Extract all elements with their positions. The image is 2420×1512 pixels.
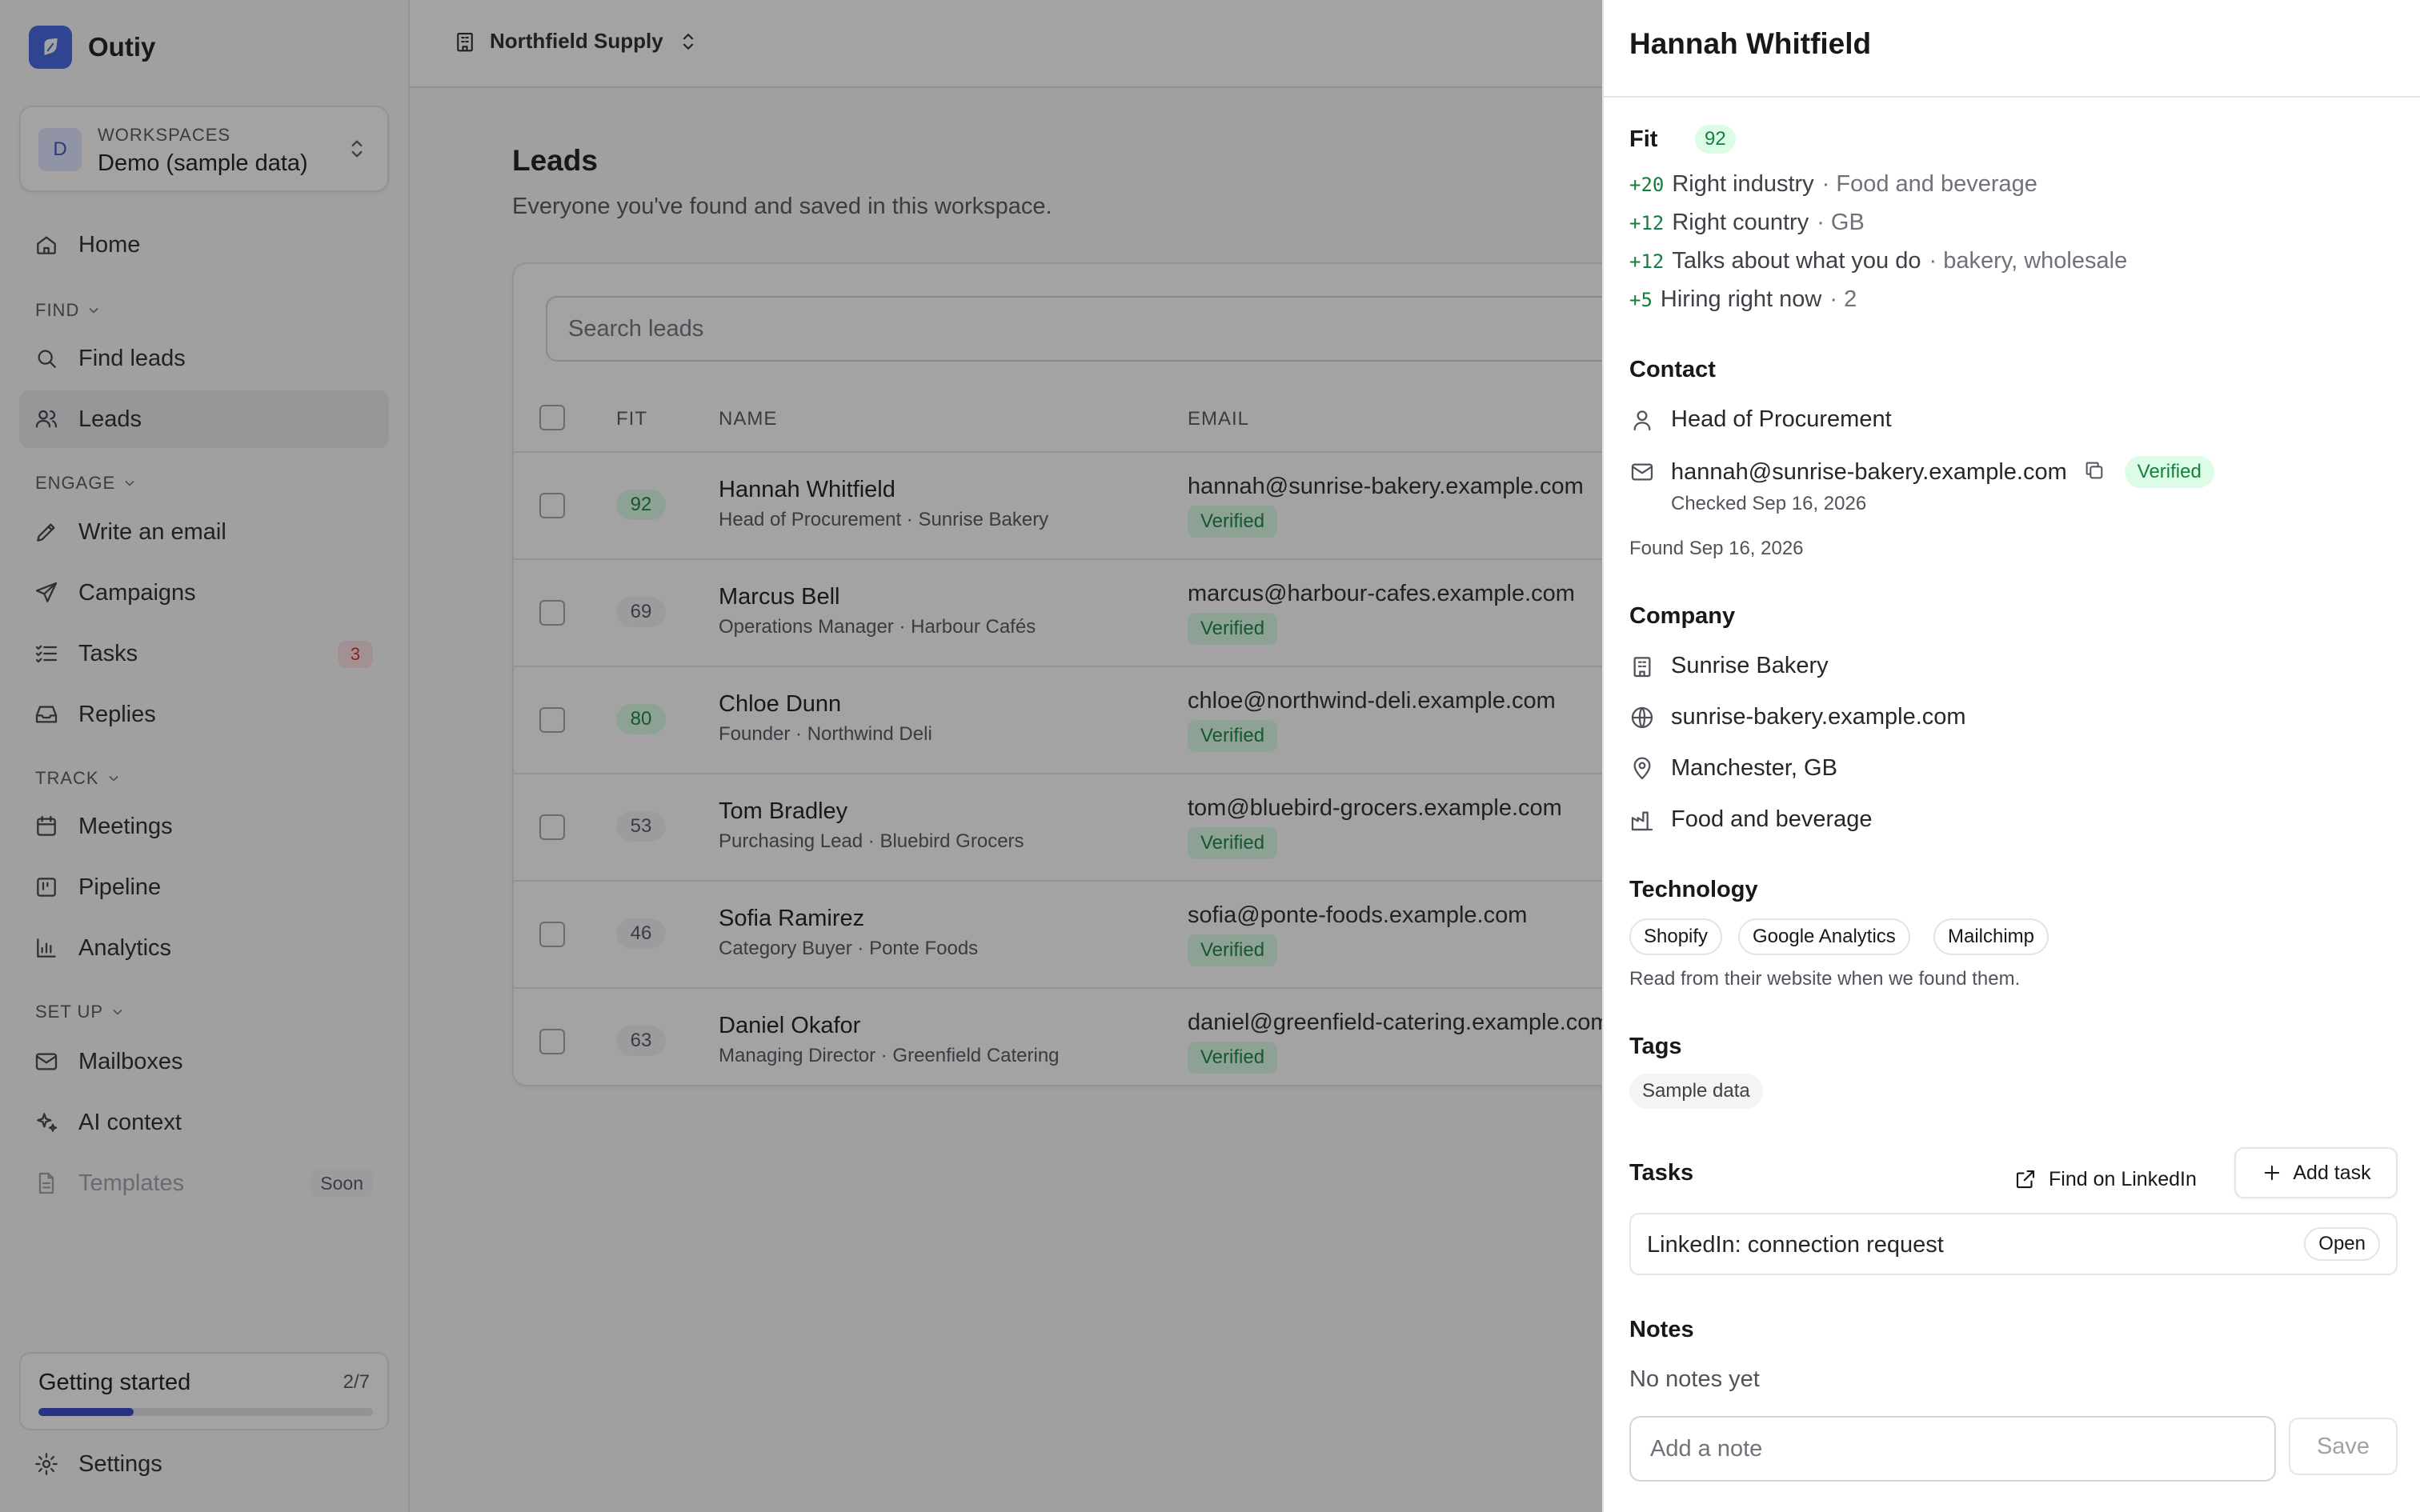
company-industry-line: Food and beverage [1629, 806, 1873, 833]
technology-chip: Mailchimp [1933, 918, 2049, 955]
company-location-line: Manchester, GB [1629, 755, 1837, 782]
fit-reason-detail: · Food and beverage [1821, 171, 2037, 197]
contact-section-title: Contact [1629, 357, 1716, 382]
building-icon [1629, 654, 1655, 679]
company-location: Manchester, GB [1671, 755, 1837, 781]
map-pin-icon [1629, 756, 1655, 782]
find-on-linkedin-label: Find on LinkedIn [2049, 1167, 2197, 1190]
fit-reason-points: +20 [1629, 174, 1665, 196]
technology-chip: Shopify [1629, 918, 1723, 955]
task-item[interactable]: LinkedIn: connection request Open [1629, 1213, 2398, 1275]
fit-reason-points: +12 [1629, 212, 1665, 234]
add-task-button[interactable]: Add task [2234, 1147, 2398, 1198]
add-note-input[interactable] [1629, 1416, 2276, 1482]
task-label: LinkedIn: connection request [1647, 1232, 1944, 1258]
fit-label: Fit [1629, 126, 1658, 152]
company-website-line: sunrise-bakery.example.com [1629, 704, 1966, 730]
technology-note: Read from their website when we found th… [1629, 968, 2021, 990]
copy-icon[interactable] [2083, 459, 2109, 485]
fit-reason-points: +12 [1629, 250, 1665, 273]
company-industry: Food and beverage [1671, 806, 1873, 832]
drawer-title: Hannah Whitfield [1629, 27, 1872, 60]
email-checked-date: Checked Sep 16, 2026 [1671, 493, 1867, 514]
tag-chip[interactable]: Sample data [1629, 1074, 1763, 1109]
fit-reason-label: Right industry [1672, 171, 1814, 197]
fit-reason: +20 Right industry · Food and beverage [1629, 171, 2037, 198]
contact-email-line: hannah@sunrise-bakery.example.com Verifi… [1629, 456, 2214, 488]
task-status-badge[interactable]: Open [2304, 1227, 2380, 1261]
fit-reason-label: Talks about what you do [1672, 248, 1921, 274]
mail-icon [1629, 459, 1655, 485]
notes-empty-text: No notes yet [1629, 1366, 1760, 1392]
save-note-button[interactable]: Save [2289, 1418, 2398, 1475]
drawer-header: Hannah Whitfield [1604, 0, 2420, 98]
found-date: Found Sep 16, 2026 [1629, 538, 1804, 559]
factory-icon [1629, 807, 1655, 833]
company-website[interactable]: sunrise-bakery.example.com [1671, 704, 1966, 730]
email-verified-badge: Verified [2124, 456, 2214, 488]
fit-score-badge: 92 [1695, 125, 1736, 154]
fit-reason-detail: · 2 [1829, 286, 1857, 312]
technology-chip: Google Analytics [1738, 918, 1910, 955]
company-name: Sunrise Bakery [1671, 653, 1829, 678]
globe-icon [1629, 705, 1655, 730]
fit-reason-label: Hiring right now [1660, 286, 1822, 312]
tags-section-title: Tags [1629, 1034, 1682, 1059]
fit-reason-points: +5 [1629, 289, 1653, 311]
modal-backdrop[interactable] [0, 0, 1602, 1512]
technology-section-title: Technology [1629, 877, 1758, 902]
fit-reason: +5 Hiring right now · 2 [1629, 286, 1857, 313]
contact-email[interactable]: hannah@sunrise-bakery.example.com [1671, 459, 2067, 486]
plus-icon [2261, 1162, 2283, 1184]
tasks-section-title: Tasks [1629, 1160, 1694, 1186]
fit-reason-detail: · bakery, wholesale [1929, 248, 2128, 274]
fit-reason-detail: · GB [1817, 210, 1865, 235]
company-name-line: Sunrise Bakery [1629, 653, 1829, 679]
lead-detail-drawer: Hannah Whitfield Fit 92 +20 Right industr… [1602, 0, 2420, 1512]
fit-reason: +12 Right country · GB [1629, 210, 1865, 236]
fit-section-title: Fit 92 [1629, 125, 1736, 154]
fit-reason-label: Right country [1672, 210, 1809, 235]
contact-job-title: Head of Procurement [1671, 406, 1892, 432]
add-task-label: Add task [2293, 1161, 2371, 1184]
external-link-icon [2013, 1167, 2037, 1191]
person-icon [1629, 407, 1655, 433]
company-section-title: Company [1629, 603, 1736, 629]
find-on-linkedin-button[interactable]: Find on LinkedIn [2013, 1155, 2197, 1203]
notes-section-title: Notes [1629, 1317, 1694, 1342]
fit-reason: +12 Talks about what you do · bakery, whol… [1629, 248, 2127, 274]
contact-title-line: Head of Procurement [1629, 406, 1892, 433]
